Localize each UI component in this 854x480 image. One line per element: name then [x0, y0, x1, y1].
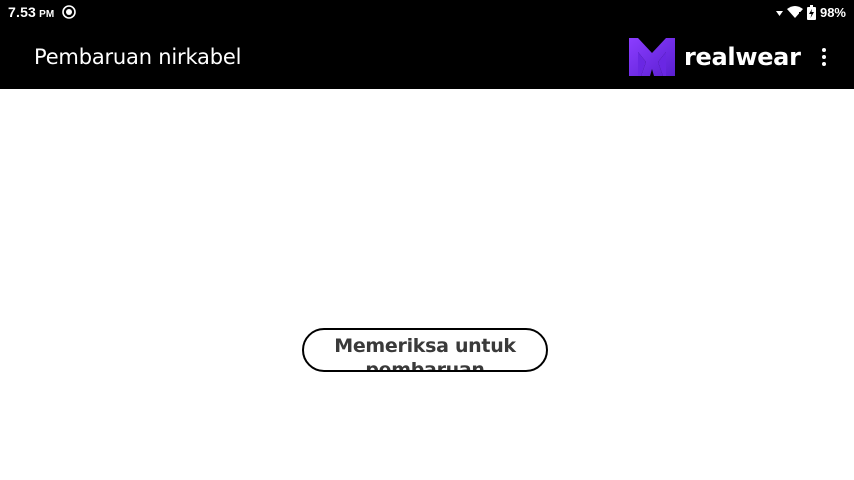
- radio-target-icon: [62, 5, 76, 19]
- status-ampm: PM: [39, 9, 55, 20]
- menu-dot: [822, 48, 826, 52]
- brand: realwear: [629, 37, 801, 77]
- status-indicators: 98%: [775, 4, 846, 21]
- status-bar: 7.53 PM 98%: [0, 0, 854, 25]
- realwear-logo-icon: [629, 38, 675, 76]
- app-bar: Pembaruan nirkabel realwear: [0, 25, 854, 89]
- brand-name: realwear: [684, 43, 801, 71]
- more-vertical-icon[interactable]: [812, 44, 836, 70]
- battery-percent: 98%: [819, 5, 846, 20]
- check-for-updates-button[interactable]: Memeriksa untuk pembaruan: [302, 328, 548, 372]
- check-for-updates-label: Memeriksa untuk pembaruan: [334, 335, 516, 372]
- status-time-value: 7.53: [8, 4, 37, 20]
- wifi-icon: [786, 6, 803, 18]
- signal-icon: [775, 10, 783, 16]
- menu-dot: [822, 55, 826, 59]
- page-title: Pembaruan nirkabel: [34, 45, 242, 69]
- battery-charging-icon: [806, 5, 816, 20]
- status-clock: 7.53 PM: [8, 4, 54, 20]
- menu-dot: [822, 62, 826, 66]
- main-content: Memeriksa untuk pembaruan: [0, 89, 854, 480]
